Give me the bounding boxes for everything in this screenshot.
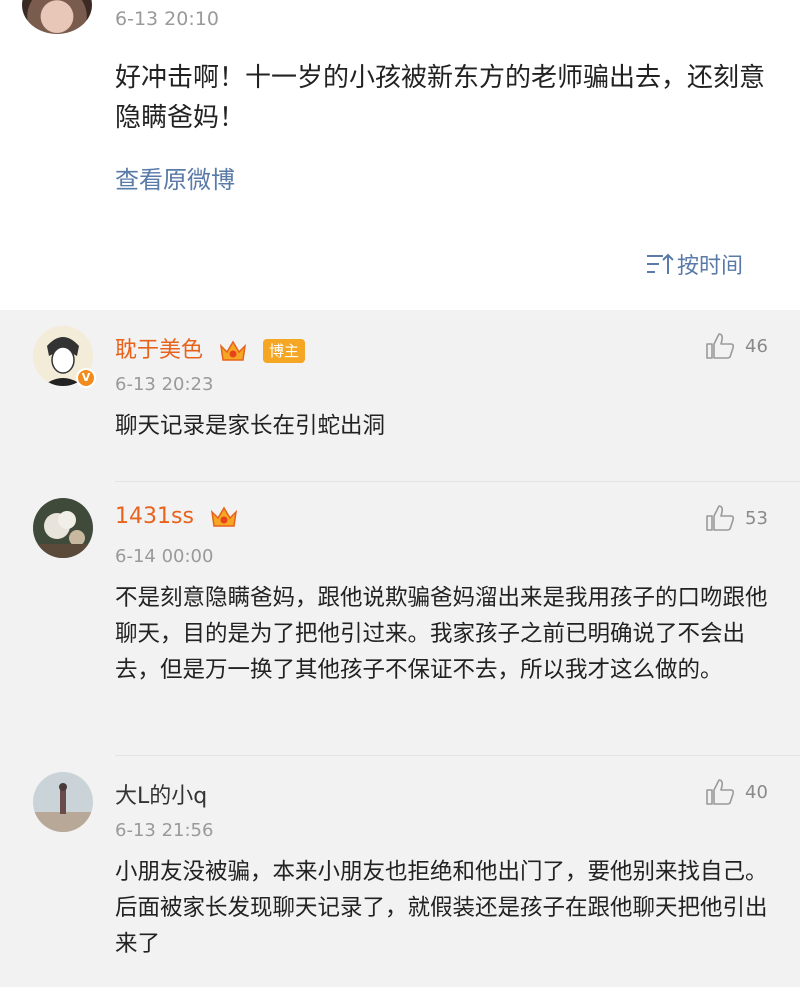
blogger-badge: 博主 (263, 339, 306, 363)
post-author-avatar[interactable] (22, 0, 92, 34)
commenter-avatar[interactable] (33, 772, 93, 832)
comment-text: 小朋友没被骗，本来小朋友也拒绝和他出门了，要他别来找自己。后面被家长发现聊天记录… (115, 859, 768, 957)
commenter-name-row: 大L的小q (115, 778, 207, 810)
commenter-name[interactable]: 耽于美色 (115, 338, 203, 363)
vip-crown-icon (219, 340, 247, 361)
post-timestamp: 6-13 20:10 (115, 8, 219, 30)
post-text: 好冲击啊！十一岁的小孩被新东方的老师骗出去，还刻意隐瞒爸妈！ (115, 63, 766, 133)
vip-crown-icon (210, 506, 237, 527)
thumbs-up-icon (706, 505, 735, 531)
like-count: 46 (745, 335, 768, 357)
commenter-name[interactable]: 1431ss (115, 504, 194, 529)
like-button[interactable]: 53 (705, 504, 768, 532)
comment-timestamp: 6-14 00:00 (115, 546, 214, 567)
comment-text: 不是刻意隐瞒爸妈，跟他说欺骗爸妈溜出来是我用孩子的口吻跟他聊天，目的是为了把他引… (115, 585, 768, 683)
like-button[interactable]: 40 (705, 778, 768, 806)
comment-item: V 耽于美色 博主 6-13 20:23 聊天记录是家长在引蛇出洞 46 (0, 312, 800, 482)
commenter-name-row: 1431ss (115, 504, 239, 530)
original-post: 6-13 20:10 好冲击啊！十一岁的小孩被新东方的老师骗出去，还刻意隐瞒爸妈… (0, 0, 800, 310)
like-button[interactable]: 46 (705, 332, 768, 360)
thumbs-up-icon (706, 333, 735, 359)
thumbs-up-icon (706, 779, 735, 805)
like-count: 53 (745, 507, 768, 529)
sort-icon (647, 253, 674, 274)
commenter-name-row: 耽于美色 博主 (115, 332, 306, 364)
commenter-name[interactable]: 大L的小q (115, 784, 207, 809)
verified-icon: V (76, 368, 96, 388)
comment-item: 1431ss 6-14 00:00 不是刻意隐瞒爸妈，跟他说欺骗爸妈溜出来是我用… (0, 482, 800, 756)
comment-timestamp: 6-13 20:23 (115, 374, 214, 395)
view-original-weibo-link[interactable]: 查看原微博 (115, 160, 235, 195)
like-count: 40 (745, 781, 768, 803)
comment-timestamp: 6-13 21:56 (115, 820, 214, 841)
comment-text: 聊天记录是家长在引蛇出洞 (115, 413, 386, 439)
comment-item: 大L的小q 6-13 21:56 小朋友没被骗，本来小朋友也拒绝和他出门了，要他… (0, 756, 800, 987)
sort-by-time-button[interactable]: 按时间 (645, 248, 743, 280)
commenter-avatar[interactable] (33, 498, 93, 558)
sort-label: 按时间 (677, 254, 744, 279)
comment-list: V 耽于美色 博主 6-13 20:23 聊天记录是家长在引蛇出洞 46 143… (0, 312, 800, 987)
